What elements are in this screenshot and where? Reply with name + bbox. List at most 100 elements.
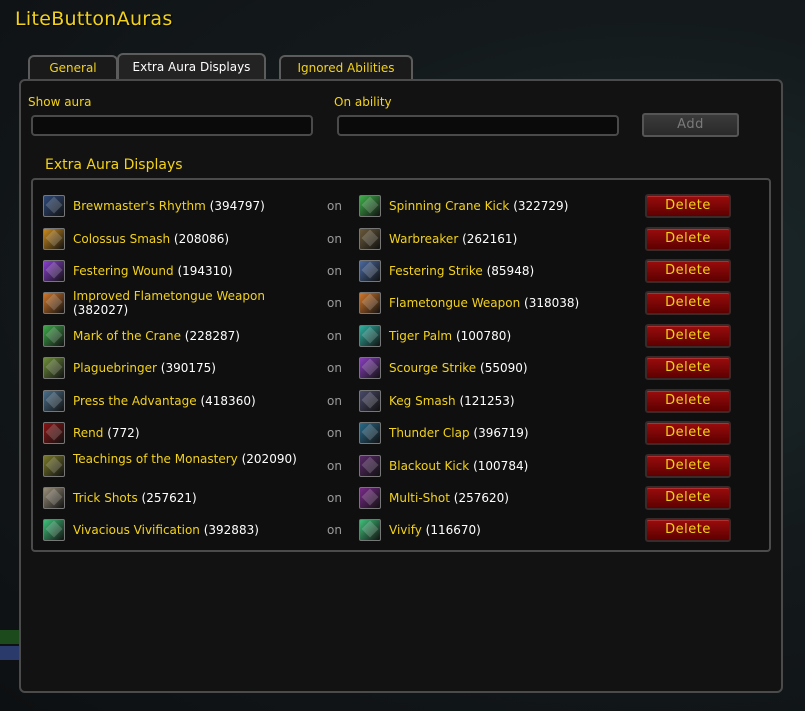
tab-ignored-abilities[interactable]: Ignored Abilities — [279, 55, 413, 79]
aura-spell-icon — [43, 487, 65, 509]
on-connector: on — [327, 296, 342, 310]
delete-button[interactable]: Delete — [645, 291, 731, 315]
ability-name-label: Blackout Kick — [389, 459, 470, 473]
ability-spell-id: (55090) — [480, 361, 528, 375]
on-connector: on — [327, 491, 342, 505]
aura-spell-icon — [43, 325, 65, 347]
delete-button[interactable]: Delete — [645, 227, 731, 251]
on-connector: on — [327, 199, 342, 213]
aura-name-label: Trick Shots — [73, 491, 138, 505]
aura-name-label: Festering Wound — [73, 264, 174, 278]
on-ability-input[interactable] — [337, 115, 619, 136]
ability-spell-id: (257620) — [453, 491, 509, 505]
aura-name: Festering Wound (194310) — [73, 264, 313, 278]
add-button[interactable]: Add — [642, 113, 739, 137]
ability-name-label: Keg Smash — [389, 394, 456, 408]
ability-name: Multi-Shot (257620) — [389, 491, 629, 505]
ability-name-label: Vivify — [389, 523, 422, 537]
ability-name: Flametongue Weapon (318038) — [389, 296, 629, 310]
ability-name-label: Thunder Clap — [389, 426, 470, 440]
on-connector: on — [327, 426, 342, 440]
aura-name: Colossus Smash (208086) — [73, 232, 313, 246]
list-item: Plaguebringer (390175) on Scourge Strike (… — [33, 352, 769, 384]
delete-button[interactable]: Delete — [645, 454, 731, 478]
aura-spell-id: (257621) — [141, 491, 197, 505]
aura-name-label: Teachings of the Monastery — [73, 452, 238, 466]
ability-name: Keg Smash (121253) — [389, 394, 629, 408]
delete-button[interactable]: Delete — [645, 486, 731, 510]
aura-spell-id: (382027) — [73, 303, 129, 317]
aura-name: Improved Flametongue Weapon (382027) — [73, 289, 313, 317]
ability-spell-id: (121253) — [459, 394, 515, 408]
ability-spell-id: (100780) — [455, 329, 512, 343]
aura-name: Brewmaster's Rhythm (394797) — [73, 199, 313, 213]
aura-spell-id: (772) — [107, 426, 140, 440]
window-title: LiteButtonAuras — [15, 8, 173, 30]
on-ability-label: On ability — [334, 95, 392, 109]
aura-spell-icon — [43, 357, 65, 379]
list-item: Brewmaster's Rhythm (394797) on Spinning C… — [33, 190, 769, 222]
ability-name: Vivify (116670) — [389, 523, 629, 537]
aura-spell-icon — [43, 228, 65, 250]
aura-name-label: Rend — [73, 426, 104, 440]
ability-spell-icon — [359, 422, 381, 444]
section-title: Extra Aura Displays — [45, 157, 183, 173]
show-aura-label: Show aura — [28, 95, 92, 109]
delete-button[interactable]: Delete — [645, 194, 731, 218]
aura-spell-id: (392883) — [203, 523, 259, 537]
list-item: Trick Shots (257621) on Multi-Shot (257620… — [33, 482, 769, 514]
ability-name: Tiger Palm (100780) — [389, 329, 629, 343]
aura-name: Mark of the Crane (228287) — [73, 329, 313, 343]
ability-name: Thunder Clap (396719) — [389, 426, 629, 440]
aura-spell-id: (208086) — [173, 232, 230, 246]
list-item: Mark of the Crane (228287) on Tiger Palm (… — [33, 320, 769, 352]
ability-name-label: Flametongue Weapon — [389, 296, 521, 310]
tab-extra-aura-displays[interactable]: Extra Aura Displays — [117, 53, 266, 80]
aura-name: Rend (772) — [73, 426, 313, 440]
ability-name: Spinning Crane Kick (322729) — [389, 199, 629, 213]
aura-spell-icon — [43, 422, 65, 444]
list-item: Press the Advantage (418360) on Keg Smash … — [33, 385, 769, 417]
show-aura-input[interactable] — [31, 115, 313, 136]
ability-name-label: Tiger Palm — [389, 329, 453, 343]
ability-spell-id: (318038) — [524, 296, 580, 310]
delete-button[interactable]: Delete — [645, 421, 731, 445]
aura-name: Trick Shots (257621) — [73, 491, 313, 505]
list-item: Rend (772) on Thunder Clap (396719) Delete — [33, 417, 769, 449]
ability-name-label: Warbreaker — [389, 232, 459, 246]
ability-spell-id: (262161) — [462, 232, 518, 246]
on-connector: on — [327, 523, 342, 537]
on-connector: on — [327, 232, 342, 246]
aura-name: Press the Advantage (418360) — [73, 394, 313, 408]
ability-name-label: Festering Strike — [389, 264, 483, 278]
delete-button[interactable]: Delete — [645, 259, 731, 283]
aura-spell-icon — [43, 195, 65, 217]
aura-spell-icon — [43, 390, 65, 412]
ability-spell-icon — [359, 455, 381, 477]
tab-general[interactable]: General — [28, 55, 118, 79]
ability-name: Blackout Kick (100784) — [389, 459, 629, 473]
delete-button[interactable]: Delete — [645, 389, 731, 413]
aura-spell-id: (418360) — [200, 394, 256, 408]
list-item: Festering Wound (194310) on Festering Stri… — [33, 255, 769, 287]
ability-spell-icon — [359, 260, 381, 282]
ability-spell-id: (85948) — [486, 264, 535, 278]
ability-spell-icon — [359, 357, 381, 379]
ability-spell-icon — [359, 228, 381, 250]
delete-button[interactable]: Delete — [645, 518, 731, 542]
ability-spell-icon — [359, 195, 381, 217]
on-connector: on — [327, 329, 342, 343]
ability-spell-id: (116670) — [425, 523, 481, 537]
aura-spell-id: (194310) — [177, 264, 233, 278]
delete-button[interactable]: Delete — [645, 324, 731, 348]
delete-button[interactable]: Delete — [645, 356, 731, 380]
ability-name-label: Multi-Shot — [389, 491, 450, 505]
aura-spell-id: (394797) — [209, 199, 265, 213]
list-item: Teachings of the Monastery (202090) on Bla… — [33, 450, 769, 482]
ability-spell-id: (396719) — [473, 426, 529, 440]
ability-spell-icon — [359, 325, 381, 347]
aura-name-label: Mark of the Crane — [73, 329, 181, 343]
aura-name-label: Brewmaster's Rhythm — [73, 199, 206, 213]
on-connector: on — [327, 459, 342, 473]
aura-name-label: Vivacious Vivification — [73, 523, 200, 537]
